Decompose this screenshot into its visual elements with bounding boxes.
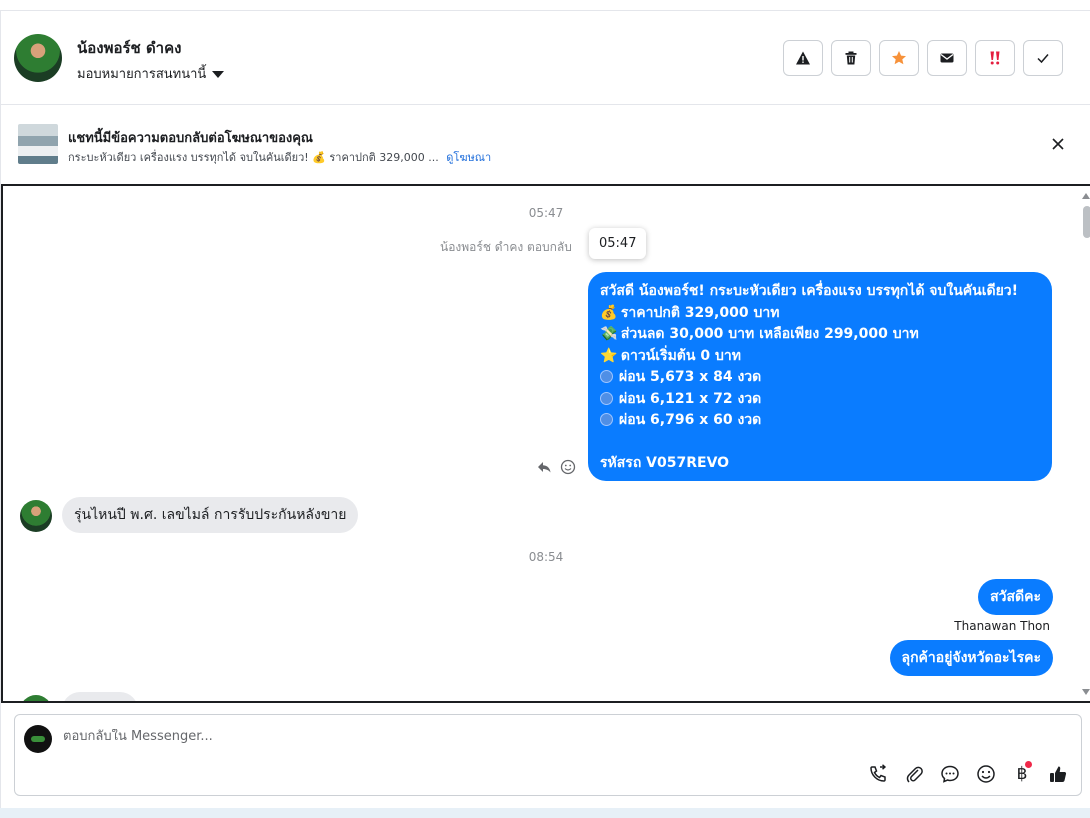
check-icon <box>1037 54 1049 64</box>
double-exclamation-icon <box>990 51 1000 65</box>
assign-conversation-dropdown[interactable]: มอบหมายการสนทนานี้ <box>77 63 225 84</box>
ad-message-line: สวัสดี น้องพอร์ช! กระบะหัวเดียว เครื่องแ… <box>600 281 1040 303</box>
blue-circle-icon <box>600 413 613 426</box>
conversation-header: น้องพอร์ช ดำคง มอบหมายการสนทนานี้ <box>0 11 1090 105</box>
composer-tools: ฿ <box>867 761 1069 785</box>
outgoing-message[interactable]: ลุกค้าอยู่จังหวัดอะไรคะ <box>889 640 1053 676</box>
trash-icon <box>845 51 857 65</box>
contact-avatar-small[interactable] <box>20 695 52 701</box>
react-smiley-icon[interactable] <box>560 459 576 475</box>
banner-title: แชทนี้มีข้อความตอบกลับต่อโฆษณาของคุณ <box>68 131 313 146</box>
reply-composer: ฿ <box>14 714 1082 796</box>
scroll-up-arrow[interactable] <box>1082 193 1090 199</box>
contact-avatar[interactable] <box>14 34 62 82</box>
assign-label: มอบหมายการสนทนานี้ <box>77 67 207 82</box>
emoji-icon: 💸 <box>600 326 618 342</box>
reply-note: น้องพอร์ช ดำคง ตอบกลับ <box>440 240 572 254</box>
emoji-button[interactable] <box>975 763 997 785</box>
ad-message-line: 💰 ราคาปกติ 329,000 บาท <box>600 303 1040 325</box>
blue-circle-icon <box>600 370 613 383</box>
message-tools <box>536 459 576 475</box>
sender-name: Thanawan Thon <box>954 619 1050 633</box>
outgoing-message[interactable]: สวัสดีคะ <box>978 579 1053 615</box>
banner-subtitle: กระบะหัวเดียว เครื่องแรง บรรทุกได้ จบในค… <box>68 148 491 166</box>
contact-name[interactable]: น้องพอร์ช ดำคง <box>77 36 181 60</box>
header-actions <box>783 40 1063 76</box>
payment-button[interactable]: ฿ <box>1011 761 1033 785</box>
paperclip-icon <box>906 766 923 783</box>
view-ad-link[interactable]: ดูโฆษณา <box>446 151 491 164</box>
attach-button[interactable] <box>903 763 925 785</box>
blue-circle-icon <box>600 391 613 405</box>
ad-message-line: 💸 ส่วนลด 30,000 บาท เหลือเพียง 299,000 บ… <box>600 324 1040 346</box>
ad-message-text: รหัสรถ V057REVO <box>600 455 730 471</box>
ad-message-text: ราคาปกติ 329,000 บาท <box>620 304 780 321</box>
spam-button[interactable] <box>783 40 823 76</box>
timestamp: 08:54 <box>528 550 564 564</box>
ad-message-line: ⭐ ดาวน์เริ่มต้น 0 บาท <box>600 346 1040 368</box>
ad-message-line <box>600 432 1040 454</box>
ad-reply-banner: แชทนี้มีข้อความตอบกลับต่อโฆษณาของคุณ กระ… <box>0 106 1090 184</box>
phone-forward-icon <box>870 764 887 782</box>
page-avatar <box>24 725 52 753</box>
timestamp: 05:47 <box>528 206 564 220</box>
mark-unread-button[interactable] <box>927 40 967 76</box>
thumbs-up-icon <box>1050 766 1067 782</box>
star-icon <box>892 51 906 65</box>
ad-message-text <box>600 434 605 450</box>
ad-message-text: สวัสดี น้องพอร์ช! กระบะหัวเดียว เครื่องแ… <box>600 283 1019 299</box>
ad-message-line: รหัสรถ V057REVO <box>600 453 1040 475</box>
smiley-icon <box>977 765 995 783</box>
emoji-icon: 💰 <box>600 304 618 321</box>
ad-message-line: ผ่อน 6,796 x 60 งวด <box>600 410 1040 432</box>
ad-message-text: ดาวน์เริ่มต้น 0 บาท <box>620 347 741 364</box>
ad-message-text: ผ่อน 6,796 x 60 งวด <box>619 412 762 428</box>
ad-message-bubble[interactable]: สวัสดี น้องพอร์ช! กระบะหัวเดียว เครื่องแ… <box>588 272 1052 481</box>
scroll-down-arrow[interactable] <box>1082 689 1090 695</box>
like-button[interactable] <box>1047 763 1069 785</box>
chat-scrollbar[interactable] <box>1081 186 1090 701</box>
ad-thumbnail[interactable] <box>18 124 58 164</box>
notification-dot <box>1025 761 1032 768</box>
call-button[interactable] <box>867 763 889 785</box>
bottom-strip <box>0 808 1090 818</box>
close-icon[interactable] <box>1048 134 1068 154</box>
ad-message-line: ผ่อน 6,121 x 72 งวด <box>600 389 1040 411</box>
emoji-icon: ⭐ <box>600 347 618 364</box>
caret-down-icon <box>212 70 225 78</box>
saved-replies-button[interactable] <box>939 763 961 785</box>
ad-message-line: ผ่อน 5,673 x 84 งวด <box>600 367 1040 389</box>
banner-ad-preview: กระบะหัวเดียว เครื่องแรง บรรทุกได้ จบในค… <box>68 151 439 164</box>
incoming-message[interactable]: รุ่นไหนปี พ.ศ. เลขไมล์ การรับประกันหลังข… <box>62 497 359 533</box>
envelope-icon <box>940 53 954 63</box>
message-thread[interactable]: 05:47 น้องพอร์ช ดำคง ตอบกลับ 05:47 สวัสด… <box>1 184 1090 703</box>
contact-avatar-small[interactable] <box>20 500 52 532</box>
warning-icon <box>796 51 810 65</box>
chat-bubble-icon <box>941 765 959 783</box>
star-button[interactable] <box>879 40 919 76</box>
reply-icon[interactable] <box>536 459 552 475</box>
scroll-thumb[interactable] <box>1083 206 1090 238</box>
ad-message-text: ผ่อน 5,673 x 84 งวด <box>619 369 762 385</box>
ad-message-text: ส่วนลด 30,000 บาท เหลือเพียง 299,000 บาท <box>620 326 919 342</box>
reply-input[interactable] <box>63 729 763 744</box>
time-tooltip: 05:47 <box>589 228 647 259</box>
ad-message-text: ผ่อน 6,121 x 72 งวด <box>619 390 762 407</box>
incoming-message-partial[interactable] <box>62 692 138 701</box>
delete-button[interactable] <box>831 40 871 76</box>
follow-up-button[interactable] <box>975 40 1015 76</box>
mark-done-button[interactable] <box>1023 40 1063 76</box>
